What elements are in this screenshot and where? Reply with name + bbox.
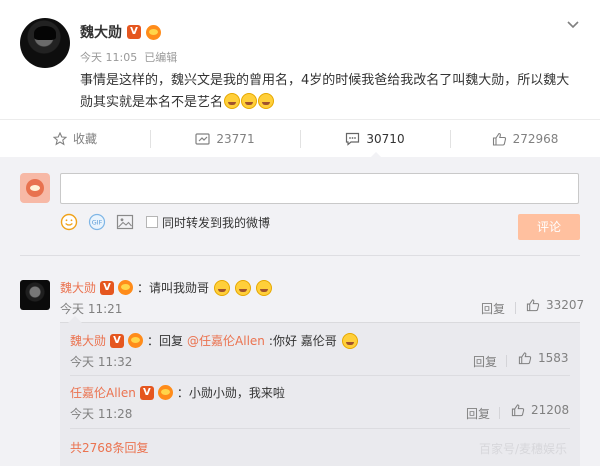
comment-text: ：请叫我勋哥	[137, 281, 210, 295]
mention-link[interactable]: @任嘉伦Allen	[187, 332, 265, 349]
divider	[20, 255, 580, 256]
reply-line: 任嘉伦Allen V ：小勋小勋，我来啦	[70, 384, 285, 401]
medal-icon	[118, 280, 134, 295]
comment-count: 30710	[366, 131, 405, 146]
medal-icon	[128, 333, 144, 348]
comment-like-button[interactable]: 33207	[526, 298, 584, 312]
repost-button[interactable]: 23771	[150, 120, 300, 157]
post-body: 事情是这样的，魏兴文是我的曾用名，4岁的时候我爸给我改名了叫魏大勋，所以魏大勋其…	[80, 73, 570, 110]
thumbs-up-icon	[511, 404, 525, 417]
verified-badge-icon: V	[110, 333, 125, 348]
repost-count: 23771	[216, 131, 255, 146]
comment-icon	[346, 132, 360, 146]
post-time[interactable]: 今天 11:05	[80, 49, 137, 65]
verified-badge-icon: V	[100, 280, 115, 295]
comments-section: GIF 同时转发到我的微博 评论 魏大勋 V ：请叫我勋哥 今天 11:21 回…	[0, 157, 600, 466]
author-name[interactable]: 魏大勋	[80, 22, 122, 42]
verified-badge-icon[interactable]: V	[127, 25, 141, 39]
commenter-avatar[interactable]	[20, 280, 50, 310]
comment-like-count: 33207	[546, 298, 585, 312]
author-row: 魏大勋 V	[80, 22, 161, 42]
like-count: 272968	[512, 131, 559, 146]
author-avatar[interactable]	[20, 18, 70, 68]
laugh-cry-emoji-icon	[224, 93, 241, 109]
divider	[70, 428, 570, 429]
divider	[70, 375, 570, 376]
composer-tools: GIF 同时转发到我的微博	[60, 211, 270, 233]
reply-time: 今天 11:28	[70, 407, 133, 421]
share-label: 同时转发到我的微博	[162, 215, 271, 230]
laugh-cry-emoji-icon	[214, 279, 231, 296]
like-button[interactable]: 272968	[450, 120, 600, 157]
my-avatar[interactable]	[20, 173, 50, 203]
post-text: 事情是这样的，魏兴文是我的曾用名，4岁的时候我爸给我改名了叫魏大勋，所以魏大勋其…	[80, 70, 580, 114]
post-meta: 今天 11:05 已编辑	[80, 49, 177, 65]
reply-line: 魏大勋 V ：回复 @任嘉伦Allen :你好 嘉伦哥	[70, 332, 358, 349]
comment-username[interactable]: 魏大勋	[60, 279, 96, 296]
reply-text: ：小勋小勋，我来啦	[176, 386, 285, 400]
thumbs-up-icon	[492, 132, 506, 146]
share-checkbox[interactable]	[146, 216, 158, 228]
chevron-down-icon[interactable]	[565, 16, 581, 32]
action-bar: 收藏 23771 30710 272968	[0, 119, 600, 158]
svg-text:GIF: GIF	[92, 219, 103, 227]
reply-like-button[interactable]: 1583	[518, 351, 569, 365]
reply-like-count: 1583	[538, 351, 569, 365]
laugh-cry-emoji-icon	[256, 279, 273, 296]
reply-prefix: ：回复	[147, 334, 184, 348]
reply-username[interactable]: 任嘉伦Allen	[70, 384, 136, 401]
thumbs-up-icon	[518, 352, 532, 365]
emoji-icon[interactable]	[60, 213, 78, 231]
reply-like-button[interactable]: 21208	[511, 403, 569, 417]
reply-time: 今天 11:32	[70, 355, 133, 369]
reply-button[interactable]: 回复	[473, 353, 497, 370]
reply-like-count: 21208	[531, 403, 570, 417]
laugh-cry-emoji-icon	[241, 93, 258, 109]
image-icon[interactable]	[116, 213, 134, 231]
reply-username[interactable]: 魏大勋	[70, 332, 106, 349]
favorite-button[interactable]: 收藏	[0, 120, 150, 157]
thumbs-up-icon	[526, 299, 540, 312]
medal-icon[interactable]	[146, 24, 161, 40]
more-replies-link[interactable]: 共2768条回复	[70, 439, 149, 456]
verified-badge-icon: V	[139, 385, 154, 400]
reply-button[interactable]: 回复	[481, 300, 505, 317]
comment-button[interactable]: 30710	[300, 120, 450, 158]
laugh-cry-emoji-icon	[258, 93, 275, 109]
star-icon	[52, 131, 67, 145]
watermark: 百家号/麦穗娱乐	[479, 442, 568, 456]
separator	[506, 355, 507, 367]
comment-line: 魏大勋 V ：请叫我勋哥	[60, 279, 273, 296]
comment-time: 今天 11:21	[60, 302, 123, 316]
submit-comment-button[interactable]: 评论	[518, 214, 580, 240]
medal-icon	[157, 385, 173, 400]
laugh-cry-emoji-icon	[341, 332, 358, 349]
favorite-label: 收藏	[72, 132, 97, 146]
laugh-cry-emoji-icon	[235, 279, 252, 296]
edited-label[interactable]: 已编辑	[144, 49, 177, 65]
repost-icon	[195, 132, 211, 145]
reply-button[interactable]: 回复	[466, 405, 490, 422]
separator	[499, 407, 500, 419]
gif-icon[interactable]: GIF	[88, 213, 106, 231]
reply-text: :你好 嘉伦哥	[268, 334, 337, 348]
separator	[515, 302, 516, 314]
comment-input[interactable]	[60, 173, 579, 204]
